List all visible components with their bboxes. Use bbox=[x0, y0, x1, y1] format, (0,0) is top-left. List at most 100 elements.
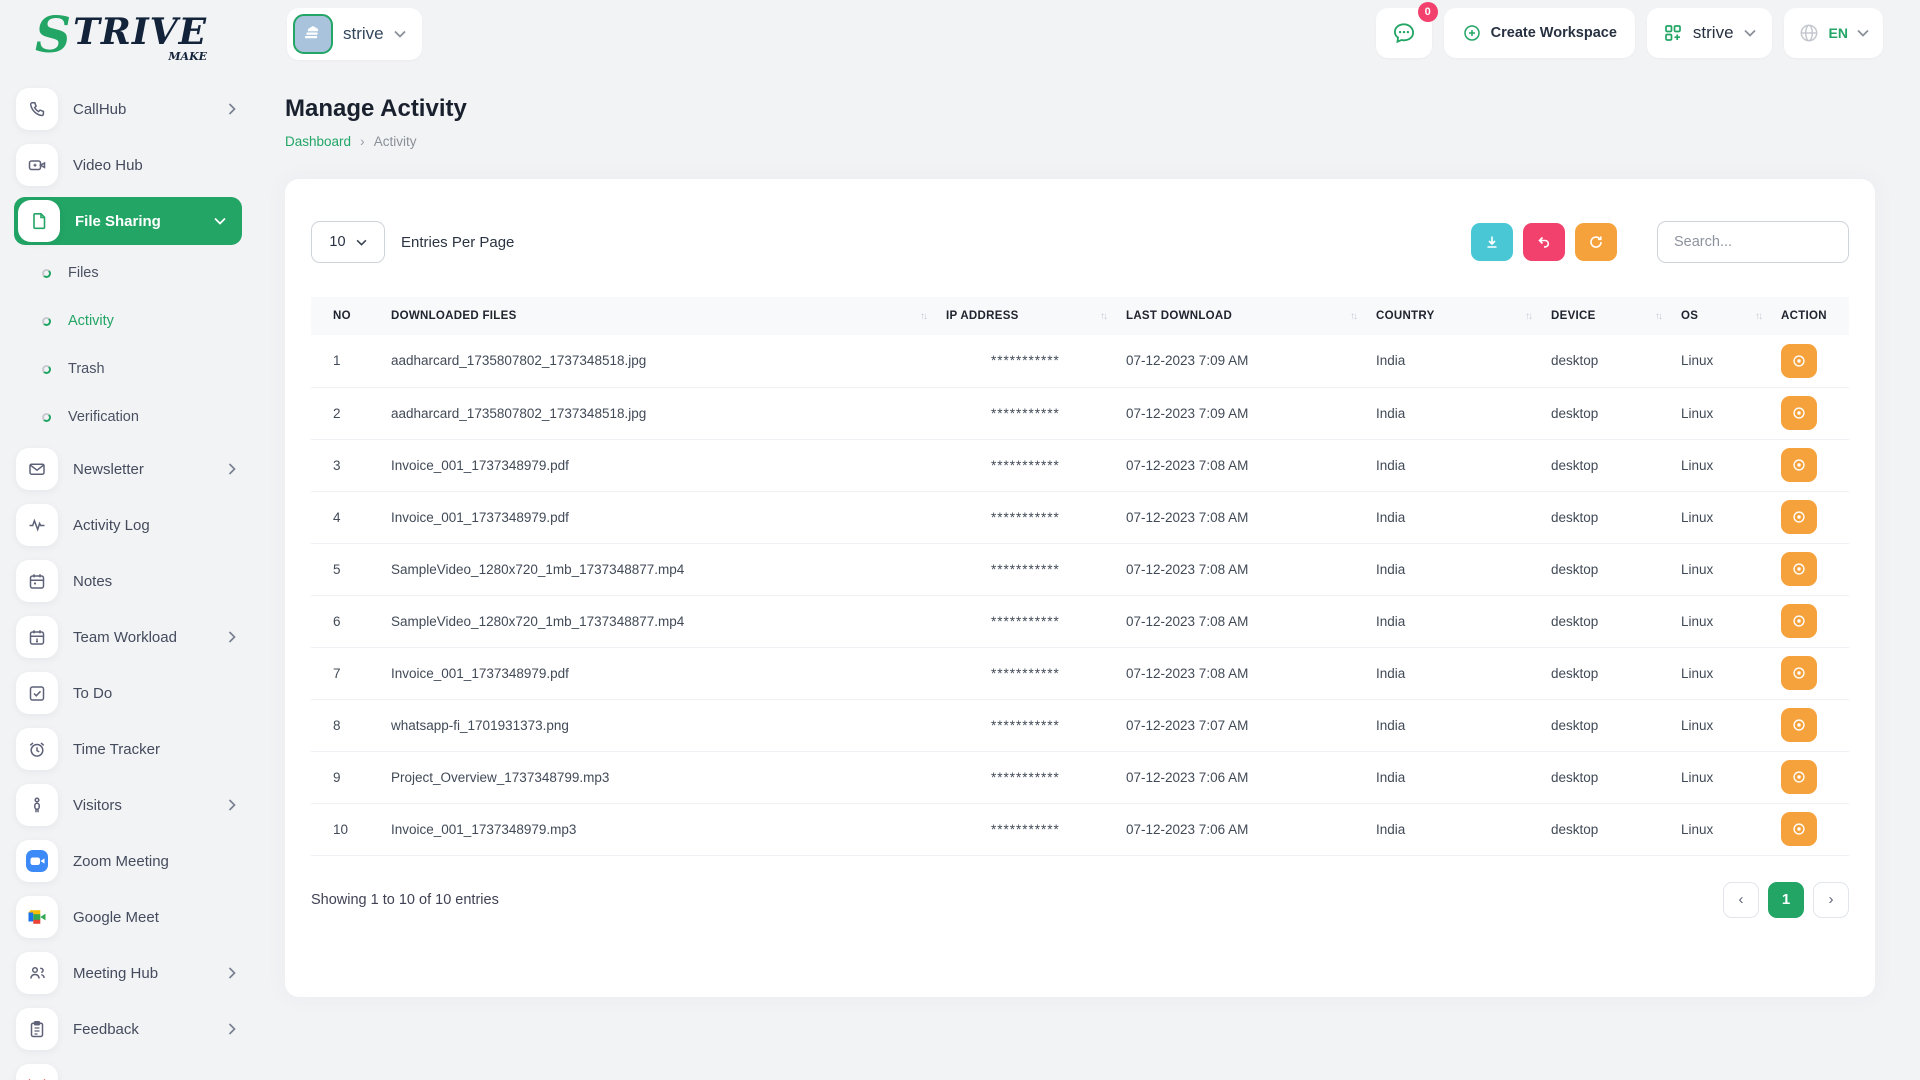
bullet-icon bbox=[42, 413, 51, 422]
undo-icon bbox=[1536, 234, 1552, 250]
sidebar-item-time-tracker[interactable]: Time Tracker bbox=[16, 725, 242, 773]
refresh-button[interactable] bbox=[1575, 223, 1617, 261]
pagination-next-button[interactable]: › bbox=[1813, 882, 1849, 918]
sort-icon[interactable]: ↑↓ bbox=[1350, 311, 1356, 322]
view-button[interactable] bbox=[1781, 604, 1817, 638]
sidebar-item-to-do[interactable]: To Do bbox=[16, 669, 242, 717]
sidebar-subitem-verification[interactable]: Verification bbox=[42, 397, 242, 437]
column-header-ip-address[interactable]: IP ADDRESS↑↓ bbox=[946, 297, 1126, 335]
undo-button[interactable] bbox=[1523, 223, 1565, 261]
view-button[interactable] bbox=[1781, 448, 1817, 482]
table-row: 3Invoice_001_1737348979.pdf***********07… bbox=[311, 439, 1849, 491]
sidebar-item-callhub[interactable]: CallHub bbox=[16, 85, 242, 133]
chevron-down-icon bbox=[394, 30, 406, 38]
cell-action bbox=[1781, 803, 1849, 855]
chat-button[interactable]: 0 bbox=[1376, 8, 1432, 58]
sidebar-item-label: Video Hub bbox=[73, 157, 242, 174]
sidebar-item-notes[interactable]: Notes bbox=[16, 557, 242, 605]
cell-device: desktop bbox=[1551, 595, 1681, 647]
workspace-name: strive bbox=[343, 24, 384, 44]
column-header-last-download[interactable]: LAST DOWNLOAD↑↓ bbox=[1126, 297, 1376, 335]
cell-os: Linux bbox=[1681, 595, 1781, 647]
workspace-selector[interactable]: strive bbox=[287, 8, 422, 60]
check-square-icon bbox=[16, 672, 58, 714]
column-header-device[interactable]: DEVICE↑↓ bbox=[1551, 297, 1681, 335]
column-header-downloaded-files[interactable]: DOWNLOADED FILES↑↓ bbox=[391, 297, 946, 335]
create-workspace-button[interactable]: Create Workspace bbox=[1444, 8, 1635, 58]
sort-icon[interactable]: ↑↓ bbox=[1655, 311, 1661, 322]
sidebar-item-team-workload[interactable]: Team Workload bbox=[16, 613, 242, 661]
sidebar-subitem-activity[interactable]: Activity bbox=[42, 301, 242, 341]
chevron-down-icon bbox=[1744, 29, 1756, 37]
column-header-country[interactable]: COUNTRY↑↓ bbox=[1376, 297, 1551, 335]
breadcrumb-current: Activity bbox=[374, 134, 417, 149]
eye-icon bbox=[1790, 456, 1808, 474]
workspace-menu-button[interactable]: strive bbox=[1647, 8, 1772, 58]
logo-s: S bbox=[35, 12, 71, 58]
building-icon bbox=[293, 14, 333, 54]
sort-icon[interactable]: ↑↓ bbox=[1755, 311, 1761, 322]
table-row: 9Project_Overview_1737348799.mp3********… bbox=[311, 751, 1849, 803]
cell-last-download: 07-12-2023 7:06 AM bbox=[1126, 751, 1376, 803]
table-row: 6SampleVideo_1280x720_1mb_1737348877.mp4… bbox=[311, 595, 1849, 647]
sidebar-item-file-sharing[interactable]: File Sharing bbox=[14, 197, 242, 245]
download-button[interactable] bbox=[1471, 223, 1513, 261]
search-input[interactable] bbox=[1657, 221, 1849, 263]
view-button[interactable] bbox=[1781, 812, 1817, 846]
view-button[interactable] bbox=[1781, 760, 1817, 794]
sidebar-item-activity-log[interactable]: Activity Log bbox=[16, 501, 242, 549]
sidebar-item-video-hub[interactable]: Video Hub bbox=[16, 141, 242, 189]
sidebar: CallHub Video Hub File Sharing Files Act bbox=[0, 85, 256, 1080]
entries-per-page-select[interactable]: 10 bbox=[311, 221, 385, 263]
cell-last-download: 07-12-2023 7:08 AM bbox=[1126, 439, 1376, 491]
sidebar-item-feedback[interactable]: Feedback bbox=[16, 1005, 242, 1053]
file-sharing-submenu: Files Activity Trash Verification bbox=[0, 253, 256, 437]
cell-action bbox=[1781, 595, 1849, 647]
sort-icon[interactable]: ↑↓ bbox=[1525, 311, 1531, 322]
sidebar-subitem-files[interactable]: Files bbox=[42, 253, 242, 293]
view-button[interactable] bbox=[1781, 656, 1817, 690]
table-row: 8whatsapp-fi_1701931373.png***********07… bbox=[311, 699, 1849, 751]
cell-last-download: 07-12-2023 7:08 AM bbox=[1126, 543, 1376, 595]
sidebar-subitem-trash[interactable]: Trash bbox=[42, 349, 242, 389]
table-row: 1aadharcard_1735807802_1737348518.jpg***… bbox=[311, 335, 1849, 387]
sidebar-item-label: Zoom Meeting bbox=[73, 853, 242, 870]
sidebar-item-meeting-hub[interactable]: Meeting Hub bbox=[16, 949, 242, 997]
view-button[interactable] bbox=[1781, 708, 1817, 742]
cell-country: India bbox=[1376, 387, 1551, 439]
calendar-icon bbox=[16, 616, 58, 658]
sidebar-item-google-meet[interactable]: Google Meet bbox=[16, 893, 242, 941]
cell-no: 10 bbox=[311, 803, 391, 855]
view-button[interactable] bbox=[1781, 344, 1817, 378]
sidebar-item-visitors[interactable]: Visitors bbox=[16, 781, 242, 829]
eye-icon bbox=[1790, 820, 1808, 838]
breadcrumb-dashboard-link[interactable]: Dashboard bbox=[285, 134, 351, 149]
eye-icon bbox=[1790, 560, 1808, 578]
cell-ip: *********** bbox=[946, 335, 1126, 387]
view-button[interactable] bbox=[1781, 500, 1817, 534]
sidebar-item-zoom-meeting[interactable]: Zoom Meeting bbox=[16, 837, 242, 885]
chevron-down-icon bbox=[356, 239, 367, 246]
google-meet-icon bbox=[16, 896, 58, 938]
cell-file: Invoice_001_1737348979.mp3 bbox=[391, 803, 946, 855]
table-footer: Showing 1 to 10 of 10 entries ‹ 1 › bbox=[311, 882, 1849, 918]
sort-icon[interactable]: ↑↓ bbox=[920, 311, 926, 322]
table-header-row: NO DOWNLOADED FILES↑↓ IP ADDRESS↑↓ LAST … bbox=[311, 297, 1849, 335]
view-button[interactable] bbox=[1781, 552, 1817, 586]
view-button[interactable] bbox=[1781, 396, 1817, 430]
cell-os: Linux bbox=[1681, 335, 1781, 387]
table-body: 1aadharcard_1735807802_1737348518.jpg***… bbox=[311, 335, 1849, 855]
cell-action bbox=[1781, 647, 1849, 699]
cell-no: 9 bbox=[311, 751, 391, 803]
pagination-prev-button[interactable]: ‹ bbox=[1723, 882, 1759, 918]
language-selector[interactable]: EN bbox=[1784, 8, 1883, 58]
cell-file: aadharcard_1735807802_1737348518.jpg bbox=[391, 335, 946, 387]
sidebar-item-gmail[interactable] bbox=[16, 1061, 242, 1080]
cell-device: desktop bbox=[1551, 335, 1681, 387]
sidebar-item-newsletter[interactable]: Newsletter bbox=[16, 445, 242, 493]
sort-icon[interactable]: ↑↓ bbox=[1100, 311, 1106, 322]
column-header-os[interactable]: OS↑↓ bbox=[1681, 297, 1781, 335]
eye-icon bbox=[1790, 716, 1808, 734]
cell-device: desktop bbox=[1551, 803, 1681, 855]
pagination-page-1-button[interactable]: 1 bbox=[1768, 882, 1804, 918]
